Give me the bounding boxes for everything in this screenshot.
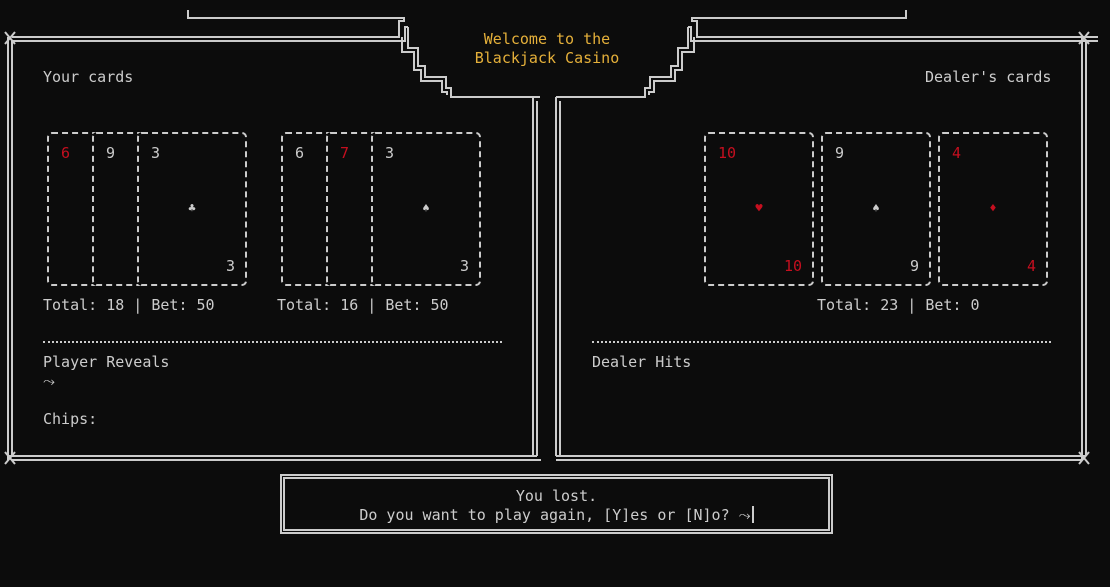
- title-line-1: Welcome to the: [483, 30, 611, 48]
- dealer-card3: 4 ♦ 4: [938, 132, 1048, 286]
- card-rank: 6: [61, 144, 71, 162]
- game-over-dialog: You lost. Do you want to play again, [Y]…: [280, 474, 833, 534]
- player-hand1-card3: 3 ♣ 3: [137, 132, 247, 286]
- casino-title: Welcome to the Blackjack Casino: [447, 30, 647, 68]
- card-rank: 9: [106, 144, 116, 162]
- diamond-icon: ♦: [989, 201, 997, 215]
- result-text: You lost.: [515, 487, 598, 505]
- card-rank: 7: [340, 144, 350, 162]
- card-rank: 4: [952, 144, 962, 162]
- dealer-heading: Dealer's cards: [925, 68, 1052, 86]
- title-line-2: Blackjack Casino: [474, 49, 620, 67]
- card-rank-bottom: 3: [225, 257, 235, 275]
- dealer-card1: 10 ♥ 10: [704, 132, 814, 286]
- play-again-text: Do you want to play again, [Y]es or [N]o…: [359, 506, 751, 524]
- player-hand2-card3: 3 ♠ 3: [371, 132, 481, 286]
- spade-icon: ♠: [872, 201, 880, 215]
- player-hand2-total: Total: 16 | Bet: 50: [277, 296, 449, 314]
- player-hand1-total: Total: 18 | Bet: 50: [43, 296, 215, 314]
- dealer-action: Dealer Hits: [592, 353, 692, 371]
- dealer-divider: [592, 341, 1051, 343]
- card-rank-bottom: 3: [459, 257, 469, 275]
- card-rank: 3: [385, 144, 395, 162]
- player-prompt-arrow-icon: ⤳: [43, 372, 56, 390]
- text-cursor: [751, 506, 754, 523]
- player-heading: Your cards: [43, 68, 134, 86]
- player-divider: [43, 341, 502, 343]
- chips-label: Chips:: [43, 410, 98, 428]
- club-icon: ♣: [188, 201, 196, 215]
- card-rank-bottom: 4: [1026, 257, 1036, 275]
- play-again-prompt[interactable]: Do you want to play again, [Y]es or [N]o…: [285, 506, 828, 524]
- spade-icon: ♠: [422, 201, 430, 215]
- dealer-total: Total: 23 | Bet: 0: [817, 296, 980, 314]
- dealer-card2: 9 ♠ 9: [821, 132, 931, 286]
- card-rank: 9: [835, 144, 845, 162]
- card-rank-bottom: 9: [909, 257, 919, 275]
- card-rank: 3: [151, 144, 161, 162]
- card-rank-bottom: 10: [783, 257, 802, 275]
- card-rank: 6: [295, 144, 305, 162]
- heart-icon: ♥: [755, 201, 763, 215]
- card-rank: 10: [718, 144, 737, 162]
- player-action: Player Reveals: [43, 353, 170, 371]
